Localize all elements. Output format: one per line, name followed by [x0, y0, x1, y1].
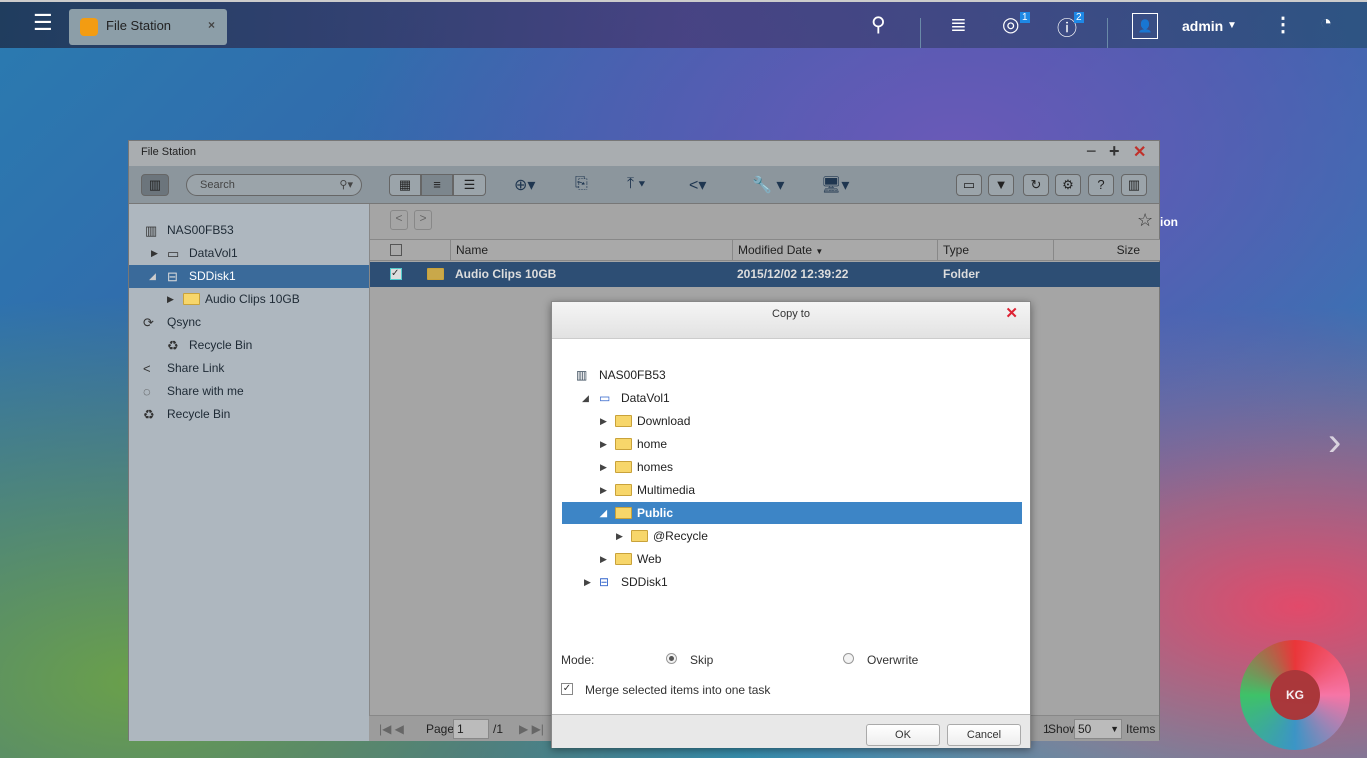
tree-item-sddisk1[interactable]: ▶ ⊟ SDDisk1 [562, 571, 1022, 593]
tree-item-datavol1[interactable]: ◢ ▭ DataVol1 [562, 387, 1022, 409]
show-select[interactable]: 50 ▼ [1074, 719, 1122, 739]
upload-icon[interactable]: ⤒ ▾ [627, 175, 645, 193]
dashboard-icon[interactable]: ◔ [1320, 12, 1332, 35]
ok-button[interactable]: OK [866, 724, 940, 746]
tree-item-web[interactable]: ▶ Web [562, 548, 1022, 570]
user-menu[interactable]: admin [1182, 18, 1223, 34]
list-view-button[interactable]: ≡ [421, 174, 453, 196]
search-icon[interactable]: ⚲▾ [339, 175, 353, 195]
sidebar-item-qsync[interactable]: ⟳ Qsync [129, 311, 369, 334]
favorite-star-icon[interactable]: ☆ [1137, 210, 1153, 231]
tree-item-public[interactable]: ◢ Public [562, 502, 1022, 524]
dialog-footer: OK Cancel [552, 714, 1030, 748]
close-tab-icon[interactable]: × [208, 18, 215, 32]
top-bar: ☰ File Station × ⚲ ≣ ◎ 1 ⓘ 2 👤 admin ▼ ⋮… [0, 0, 1367, 48]
create-icon[interactable]: ⊕▾ [514, 175, 535, 195]
minimize-icon[interactable]: − [1086, 141, 1097, 162]
search-placeholder: Search [200, 179, 235, 191]
info-badge: 2 [1074, 12, 1084, 23]
overwrite-radio[interactable] [843, 653, 854, 664]
settings-button[interactable]: ⚙ [1055, 174, 1081, 196]
file-station-icon [80, 18, 98, 36]
search-input[interactable]: Search ⚲▾ [186, 174, 362, 196]
copy-to-dialog: Copy to ✕ ▥ NAS00FB53 ◢ ▭ DataVol1 ▶ Downloa… [551, 301, 1031, 748]
dialog-title: Copy to [772, 308, 810, 320]
tab-file-station[interactable]: File Station × [69, 9, 227, 45]
help-button[interactable]: ? [1088, 174, 1114, 196]
sidebar-item-share-with-me[interactable]: ◌ Share with me [129, 380, 369, 403]
menu-icon[interactable]: ☰ [33, 10, 53, 36]
search-icon[interactable]: ⚲ [871, 12, 886, 37]
more-icon[interactable]: ⋮ [1273, 12, 1293, 37]
sidebar: ▥ NAS00FB53 ▶ ▭ DataVol1 ◢ ⊟ SDDisk1 ▶ Audio C… [129, 204, 369, 741]
column-modified[interactable]: Modified Date ▼ [732, 239, 937, 261]
share-icon[interactable]: <▾ [689, 175, 706, 195]
close-window-icon[interactable]: ✕ [1133, 142, 1146, 162]
sidebar-item-datavol1[interactable]: ▶ ▭ DataVol1 [129, 242, 369, 265]
grid-view-button[interactable]: ▦ [389, 174, 421, 196]
mode-label: Mode: [561, 653, 595, 667]
sidebar-item-share-link[interactable]: < Share Link [129, 357, 369, 380]
column-type[interactable]: Type [937, 239, 1053, 261]
back-button[interactable]: < [390, 210, 408, 230]
row-checkbox[interactable]: ✓ [390, 268, 402, 280]
merge-checkbox[interactable]: ✓ [561, 683, 573, 695]
desktop-icon-label: ion [1160, 215, 1178, 229]
select-all-checkbox[interactable] [390, 244, 402, 256]
close-dialog-icon[interactable]: ✕ [1005, 302, 1018, 326]
kg-watermark-logo: KG [1240, 640, 1350, 750]
tree-item-home[interactable]: ▶ home [562, 433, 1022, 455]
dialog-titlebar: Copy to ✕ [552, 302, 1030, 339]
tasks-icon[interactable]: ≣ [950, 12, 967, 37]
toggle-sidebar-button[interactable]: ▥ [141, 174, 169, 196]
tree-item-multimedia[interactable]: ▶ Multimedia [562, 479, 1022, 501]
column-name[interactable]: Name [450, 239, 732, 261]
notification-badge: 1 [1020, 12, 1030, 23]
merge-label: Merge selected items into one task [585, 683, 771, 697]
window-title: File Station [141, 146, 197, 158]
tree-item-download[interactable]: ▶ Download [562, 410, 1022, 432]
first-page-icon[interactable]: |◀ ◀ [379, 716, 404, 742]
sidebar-item-recycle-bin-sddisk[interactable]: ♻ Recycle Bin [129, 334, 369, 357]
notification-icon[interactable]: ◎ [1002, 12, 1019, 37]
overwrite-label: Overwrite [867, 653, 919, 667]
tree-item-recycle[interactable]: ▶ @Recycle [562, 525, 1022, 547]
detail-view-button[interactable]: ☰ [453, 174, 486, 196]
forward-button[interactable]: > [414, 210, 432, 230]
chevron-down-icon[interactable]: ▼ [1227, 20, 1237, 31]
sidebar-item-audio-clips[interactable]: ▶ Audio Clips 10GB [129, 288, 369, 311]
snapshot-button[interactable]: ▭ [956, 174, 982, 196]
skip-radio[interactable] [666, 653, 677, 664]
sidebar-item-recycle-bin[interactable]: ♻ Recycle Bin [129, 403, 369, 426]
cancel-button[interactable]: Cancel [947, 724, 1021, 746]
column-size[interactable]: Size [1053, 239, 1160, 261]
panel-button[interactable]: ▥ [1121, 174, 1147, 196]
window-titlebar: File Station − + ✕ [129, 141, 1159, 166]
page-input[interactable]: 1 [453, 719, 489, 739]
table-row[interactable]: ✓ Audio Clips 10GB 2015/12/02 12:39:22 F… [370, 262, 1160, 287]
tree-item-nas[interactable]: ▥ NAS00FB53 [562, 364, 1022, 386]
user-icon[interactable]: 👤 [1132, 13, 1158, 39]
sidebar-item-sddisk1[interactable]: ◢ ⊟ SDDisk1 [129, 265, 369, 288]
skip-label: Skip [690, 653, 714, 667]
tree-item-homes[interactable]: ▶ homes [562, 456, 1022, 478]
tab-label: File Station [106, 18, 172, 33]
toolbar: ▥ Search ⚲▾ ▦ ≡ ☰ ⊕▾ ⎘ ⤒ ▾ <▾ 🔧 ▾ 🖥▾ ▭ ▼ … [129, 166, 1159, 204]
next-page-icon[interactable]: ▶ ▶| [519, 716, 544, 742]
filter-button[interactable]: ▼ [988, 174, 1014, 196]
copy-icon[interactable]: ⎘ [575, 175, 588, 193]
sidebar-item-nas[interactable]: ▥ NAS00FB53 [129, 219, 369, 242]
refresh-button[interactable]: ↻ [1023, 174, 1049, 196]
remote-mount-icon[interactable]: 🖥▾ [821, 175, 849, 195]
next-page-arrow[interactable]: › [1328, 420, 1341, 465]
maximize-icon[interactable]: + [1109, 141, 1120, 162]
tools-icon[interactable]: 🔧 ▾ [752, 175, 784, 195]
